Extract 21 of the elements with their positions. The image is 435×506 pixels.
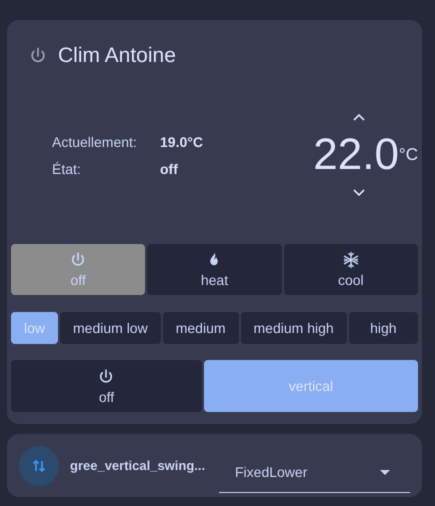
- swap-vertical-icon: [31, 458, 47, 474]
- entity-name: gree_vertical_swing...: [70, 458, 206, 473]
- fan-speed-button[interactable]: high: [348, 312, 418, 344]
- card-title: Clim Antoine: [58, 44, 176, 68]
- select-field[interactable]: FixedLower: [219, 452, 410, 492]
- info-label: Actuellement:: [52, 134, 138, 150]
- dropdown-arrow-icon: [380, 470, 390, 474]
- mode-button[interactable]: cool: [284, 244, 418, 295]
- temperature-unit: °C: [398, 145, 418, 165]
- fan-speed-button[interactable]: medium low: [60, 312, 161, 344]
- info-value: 19.0°C: [160, 134, 204, 150]
- chevron-down-icon[interactable]: [352, 189, 366, 197]
- fan-speed-button[interactable]: medium high: [240, 312, 347, 344]
- info-label: État:: [52, 160, 82, 176]
- swing-button[interactable]: off: [11, 360, 202, 412]
- target-temperature: 22.0: [313, 131, 399, 179]
- chevron-up-icon[interactable]: [352, 113, 366, 121]
- snowflake-icon: [342, 251, 360, 269]
- info-value: off: [160, 160, 179, 176]
- mode-button[interactable]: heat: [147, 244, 282, 295]
- fan-speed-button[interactable]: medium: [162, 312, 239, 344]
